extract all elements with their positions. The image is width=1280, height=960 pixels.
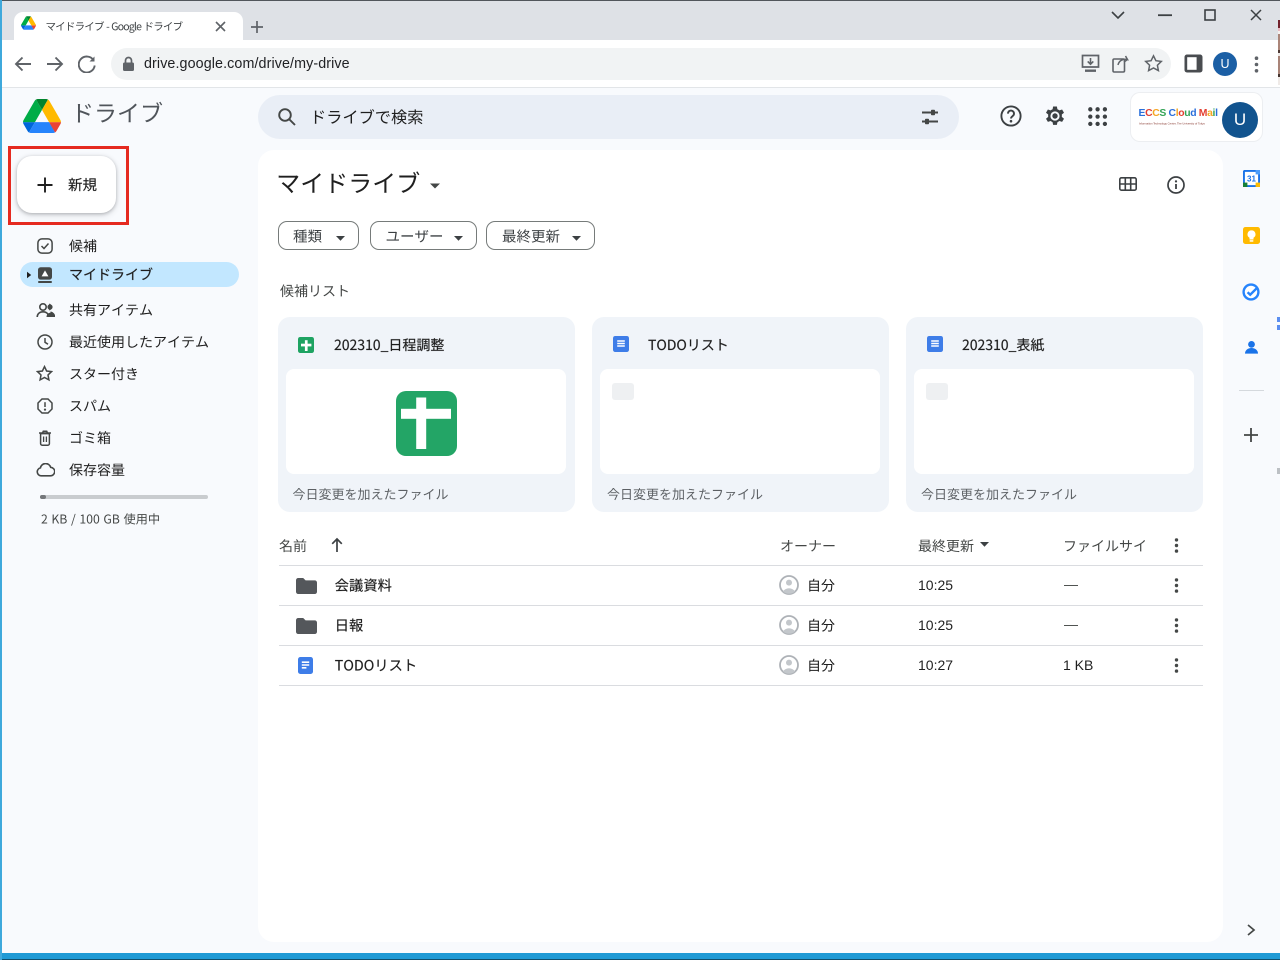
svg-text:31: 31 xyxy=(1247,175,1256,184)
